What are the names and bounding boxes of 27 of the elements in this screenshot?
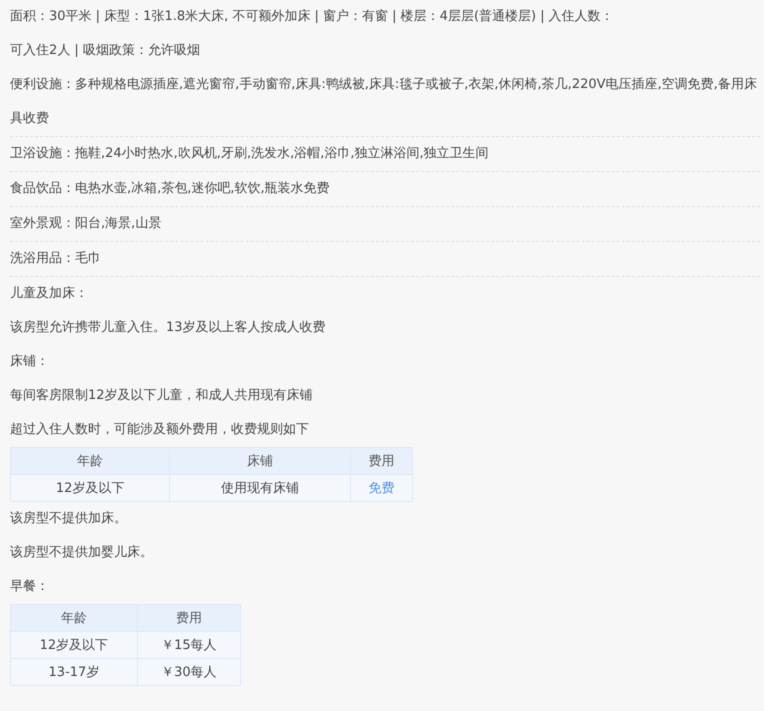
- info-text: 床铺：: [10, 353, 50, 371]
- table-cell: 12岁及以下: [10, 632, 138, 658]
- info-text: 每间客房限制12岁及以下儿童，和成人共用现有床铺: [10, 387, 314, 405]
- fee-link[interactable]: 免费: [350, 474, 412, 502]
- table-cell: 13-17岁: [10, 658, 138, 686]
- info-text: 儿童及加床：: [10, 285, 89, 303]
- column-header: 费用: [350, 448, 412, 474]
- table-cell: ￥15每人: [137, 632, 240, 658]
- info-text: 该房型不提供加婴儿床。: [10, 544, 154, 562]
- column-header: 年龄: [10, 448, 170, 474]
- info-text: 洗浴用品：毛巾: [10, 242, 760, 277]
- info-text: 可入住2人 | 吸烟政策：允许吸烟: [10, 42, 201, 60]
- info-text: 超过入住人数时，可能涉及额外费用，收费规则如下: [10, 421, 310, 439]
- info-text: 卫浴设施：拖鞋,24小时热水,吹风机,牙刷,洗发水,浴帽,浴巾,独立淋浴间,独立卫生间: [10, 137, 760, 172]
- info-text: 该房型不提供加床。: [10, 510, 128, 528]
- info-text: 该房型允许携带儿童入住。13岁及以上客人按成人收费: [10, 319, 327, 337]
- info-text: 室外景观：阳台,海景,山景: [10, 207, 760, 242]
- column-header: 床铺: [170, 448, 351, 474]
- column-header: 费用: [137, 604, 240, 632]
- info-text: 早餐：: [10, 578, 50, 596]
- column-header: 年龄: [10, 604, 138, 632]
- table-cell: 使用现有床铺: [170, 474, 351, 502]
- table-cell: ￥30每人: [137, 658, 240, 686]
- table-cell: 12岁及以下: [10, 474, 170, 502]
- info-text: 便利设施：多种规格电源插座,遮光窗帘,手动窗帘,床具:鸭绒被,床具:毯子或被子,衣架,休闲椅,茶几,220V电压插座,空调免费,备用床具收费: [10, 68, 760, 137]
- info-text: 面积：30平米 | 床型：1张1.8米大床, 不可额外加床 | 窗户：有窗 | 楼层：4层层(普通楼层) | 入住人数：: [10, 8, 615, 26]
- info-text: 食品饮品：电热水壶,冰箱,茶包,迷你吧,软饮,瓶装水免费: [10, 172, 760, 207]
